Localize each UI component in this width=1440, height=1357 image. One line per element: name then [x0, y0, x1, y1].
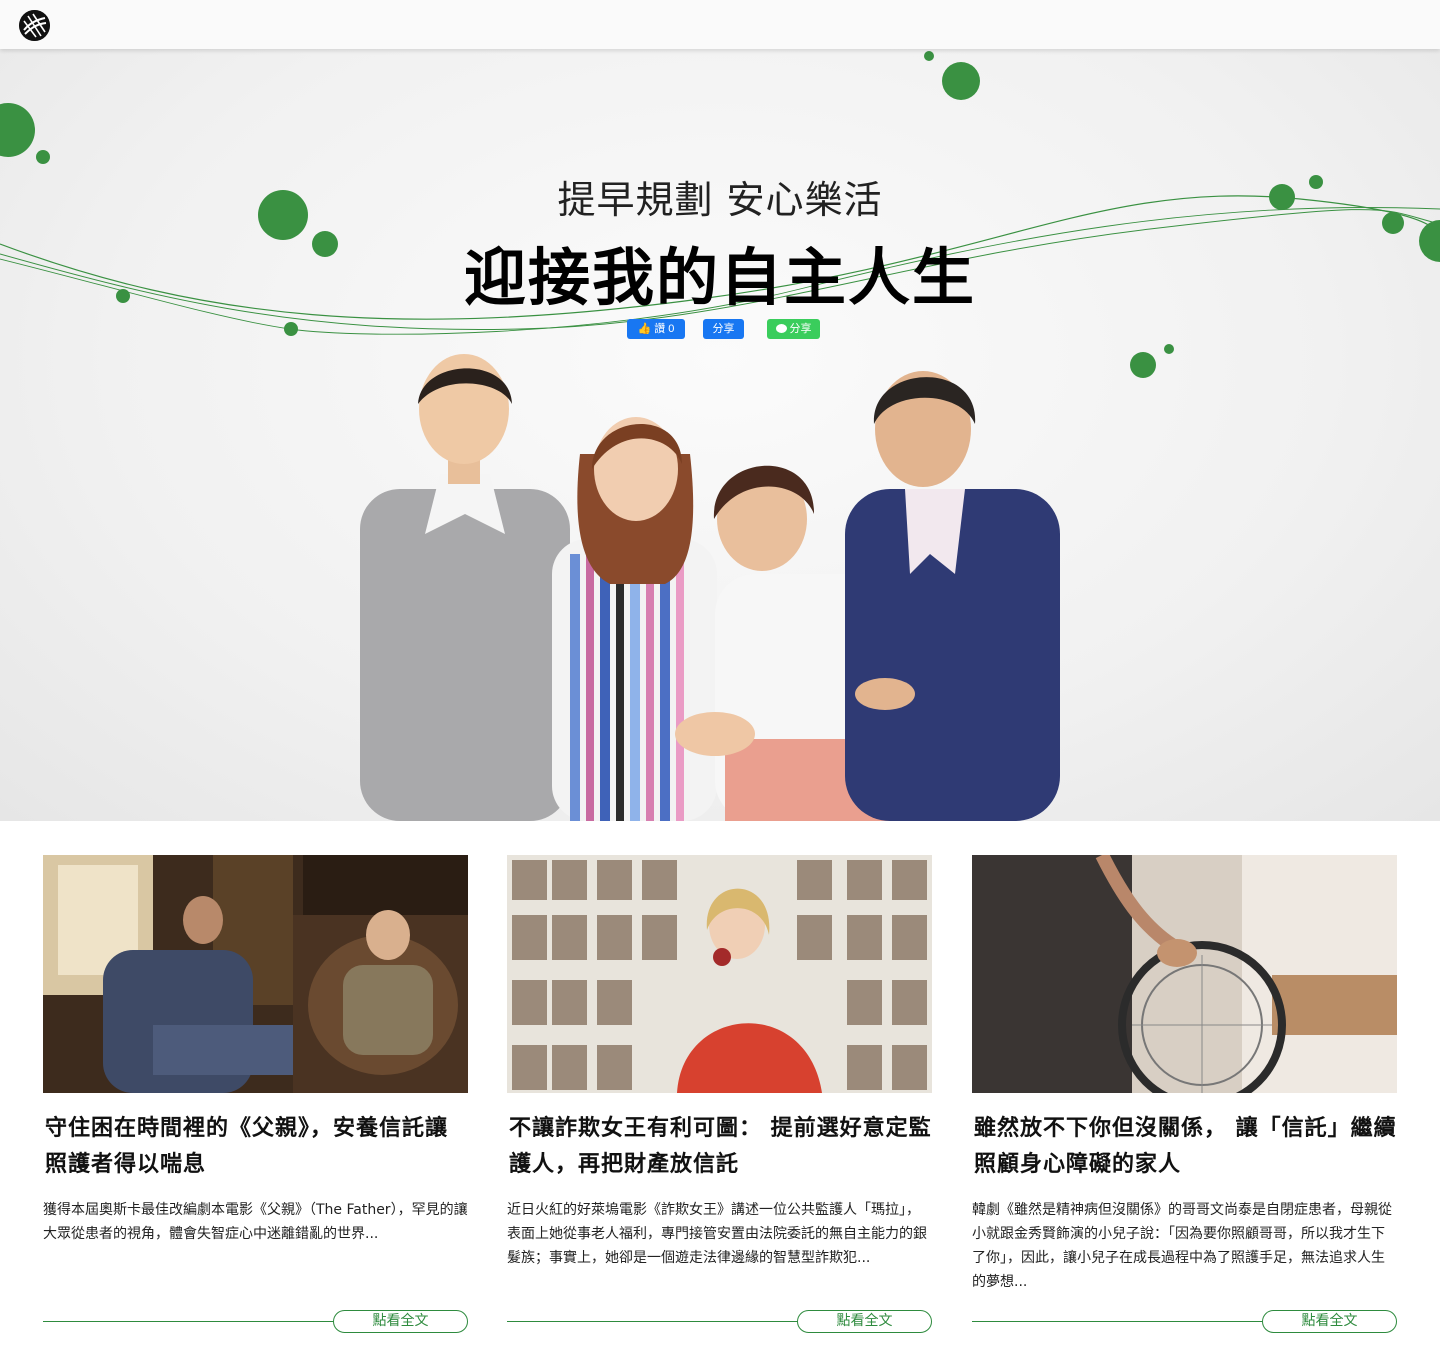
article-card[interactable]: 守住困在時間裡的《父親》，安養信託讓照護者得以喘息 獲得本屆奧斯卡最佳改編劇本電…: [43, 855, 468, 1335]
article-excerpt: 近日火紅的好萊塢電影《詐欺女王》講述一位公共監護人「瑪拉」，表面上她從事老人福利…: [507, 1202, 927, 1266]
article-card[interactable]: 雖然放不下你但沒關係， 讓「信託」繼續照顧身心障礙的家人 韓劇《雖然是精神病但沒…: [972, 855, 1397, 1335]
article-title[interactable]: 不讓詐欺女王有利可圖： 提前選好意定監護人，再把財產放信託: [509, 1111, 934, 1183]
read-more-button[interactable]: 點看全文: [797, 1310, 932, 1333]
article-image[interactable]: [43, 855, 468, 1093]
article-divider: [507, 1321, 807, 1322]
read-more-button[interactable]: 點看全文: [1262, 1310, 1397, 1333]
facebook-like-button[interactable]: 👍 讚 0: [627, 319, 685, 339]
article-card[interactable]: 不讓詐欺女王有利可圖： 提前選好意定監護人，再把財產放信託 近日火紅的好萊塢電影…: [507, 855, 932, 1335]
read-more-button[interactable]: 點看全文: [333, 1310, 468, 1333]
line-share-label: 分享: [789, 323, 812, 335]
hero-banner: 提早規劃 安心樂活 迎接我的自主人生 👍 讚 0 分享 分享: [0, 49, 1440, 821]
facebook-share-button[interactable]: 分享: [703, 319, 744, 339]
article-divider: [43, 1321, 343, 1322]
line-share-button[interactable]: 分享: [767, 319, 820, 339]
globe-logo-icon[interactable]: [19, 10, 50, 41]
article-excerpt: 獲得本屆奧斯卡最佳改編劇本電影《父親》（The Father），罕見的讓大眾從患…: [43, 1202, 468, 1242]
article-title[interactable]: 雖然放不下你但沒關係， 讓「信託」繼續照顧身心障礙的家人: [974, 1111, 1399, 1183]
article-list: 守住困在時間裡的《父親》，安養信託讓照護者得以喘息 獲得本屆奧斯卡最佳改編劇本電…: [43, 855, 1397, 1355]
top-bar: [0, 0, 1440, 49]
article-image[interactable]: [972, 855, 1397, 1093]
article-image[interactable]: [507, 855, 932, 1093]
article-title[interactable]: 守住困在時間裡的《父親》，安養信託讓照護者得以喘息: [45, 1111, 470, 1183]
family-photo: [360, 354, 1060, 821]
line-chat-icon: [775, 324, 787, 333]
hero-subtitle: 提早規劃 安心樂活: [557, 178, 883, 222]
hero-title: 迎接我的自主人生: [463, 241, 976, 314]
facebook-share-label: 分享: [712, 323, 735, 335]
article-excerpt: 韓劇《雖然是精神病但沒關係》的哥哥文尚泰是自閉症患者，母親從小就跟金秀賢飾演的小…: [972, 1202, 1392, 1290]
article-divider: [972, 1321, 1272, 1322]
thumbs-up-icon: 👍: [637, 323, 652, 335]
facebook-like-label: 讚 0: [654, 323, 675, 335]
